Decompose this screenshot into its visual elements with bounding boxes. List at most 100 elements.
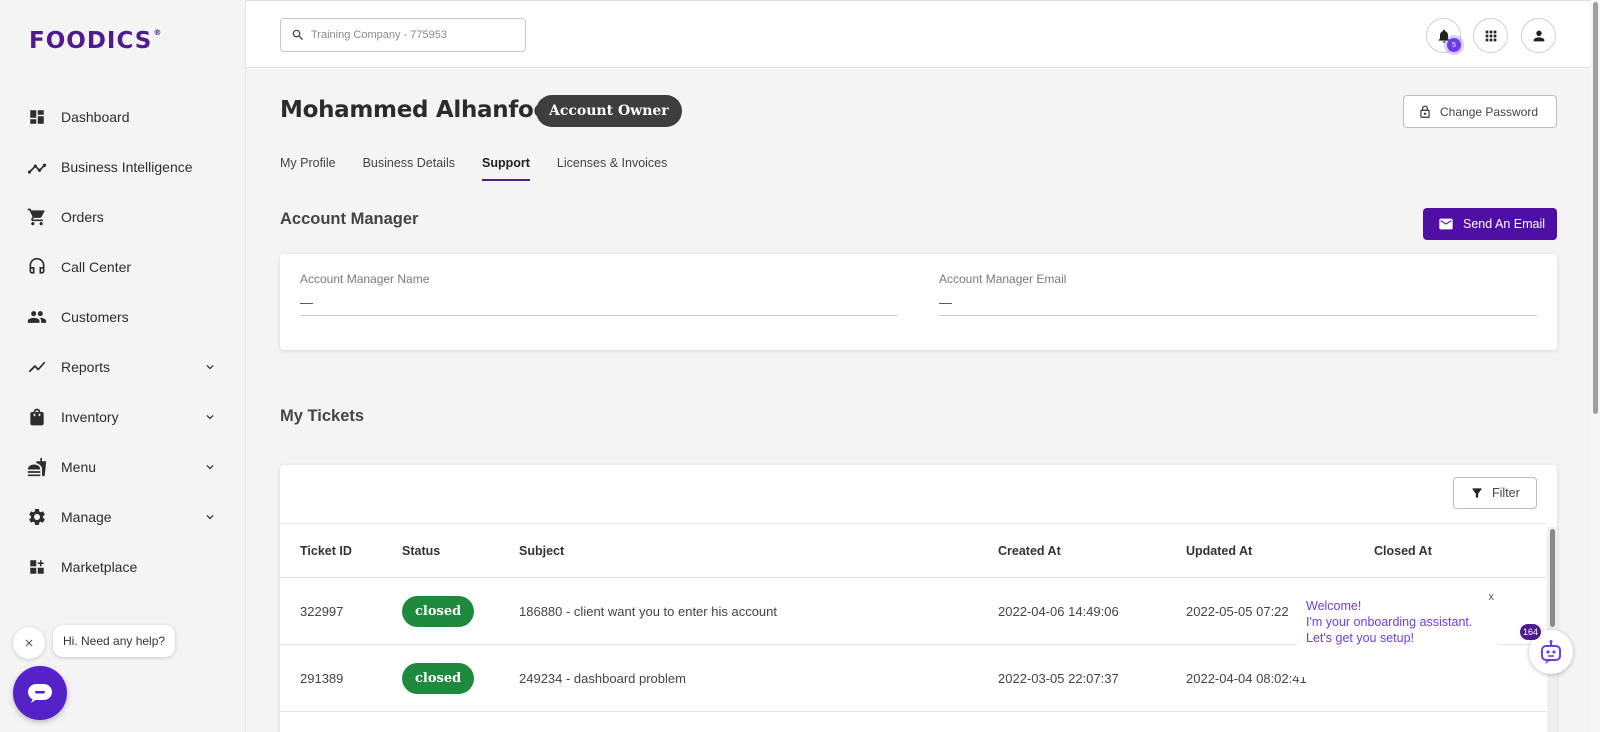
column-header-subject[interactable]: Subject (519, 523, 998, 578)
assistant-setup-text: Let's get you setup! (1306, 631, 1415, 645)
sidebar-item-label: Inventory (61, 409, 119, 425)
apps-add-icon (27, 557, 47, 577)
search-input[interactable] (311, 29, 511, 41)
mail-icon (1439, 218, 1453, 230)
analytics-icon (27, 157, 47, 177)
field-label: Account Manager Email (939, 272, 1067, 286)
onboarding-assistant-popup[interactable]: x Welcome! I'm your onboarding assistant… (1296, 589, 1498, 677)
help-bubble[interactable]: Hi. Need any help? (53, 625, 176, 657)
tab-licenses-invoices[interactable]: Licenses & Invoices (557, 156, 667, 181)
sidebar-item-menu[interactable]: Menu (0, 442, 246, 492)
page-title: Mohammed Alhanfoosh (280, 97, 579, 123)
assistant-intro-text: I'm your onboarding assistant. (1306, 615, 1473, 629)
assistant-welcome-text: Welcome! (1306, 599, 1362, 613)
change-password-button[interactable]: Change Password (1403, 95, 1557, 128)
logo-text: FOODICS (29, 28, 153, 54)
page-scrollbar-thumb[interactable] (1593, 2, 1598, 414)
table-scrollbar-thumb[interactable] (1550, 529, 1555, 627)
sidebar-nav: Dashboard Business Intelligence Orders C… (0, 92, 246, 592)
sidebar-item-label: Menu (61, 459, 97, 475)
column-header-closed-at[interactable]: Closed At (1374, 523, 1547, 578)
sidebar-item-label: Customers (61, 309, 129, 325)
account-manager-name-field: Account Manager Name — (300, 272, 898, 316)
sidebar-item-reports[interactable]: Reports (0, 342, 246, 392)
person-icon (1533, 30, 1544, 41)
table-header-row: Ticket ID Status Subject Created At Upda… (280, 523, 1547, 578)
column-header-ticket-id[interactable]: Ticket ID (280, 523, 402, 578)
tab-support[interactable]: Support (481, 156, 530, 181)
ticket-id-cell: 291389 (280, 644, 402, 712)
gear-icon (27, 507, 47, 527)
tab-business-details[interactable]: Business Details (363, 156, 455, 181)
lock-icon (1420, 105, 1430, 118)
my-tickets-title: My Tickets (280, 407, 365, 425)
field-value: — (300, 295, 898, 316)
user-menu-button[interactable] (1521, 18, 1556, 53)
column-header-status[interactable]: Status (402, 523, 519, 578)
bag-icon (27, 407, 47, 427)
sidebar-item-manage[interactable]: Manage (0, 492, 246, 542)
trending-icon (27, 357, 47, 377)
tab-my-profile[interactable]: My Profile (280, 156, 336, 181)
chevron-down-icon (200, 510, 220, 524)
notification-count-badge: 5 (1447, 38, 1461, 52)
sidebar-item-marketplace[interactable]: Marketplace (0, 542, 246, 592)
assistant-badge: 164 (1520, 624, 1541, 640)
search-icon (292, 29, 303, 40)
created-at-cell: 2022-04-06 14:49:06 (998, 577, 1186, 645)
page-scrollbar[interactable] (1590, 0, 1600, 732)
sidebar-item-inventory[interactable]: Inventory (0, 392, 246, 442)
cart-icon (27, 207, 47, 227)
food-icon (27, 457, 47, 477)
apps-button[interactable] (1473, 18, 1508, 53)
change-password-label: Change Password (1440, 104, 1539, 119)
status-cell: closed (402, 644, 519, 712)
role-badge: Account Owner (536, 95, 682, 127)
sidebar-item-label: Manage (61, 509, 112, 525)
sidebar-item-call-center[interactable]: Call Center (0, 242, 246, 292)
sidebar-item-customers[interactable]: Customers (0, 292, 246, 342)
search-field[interactable] (280, 18, 526, 52)
column-header-updated-at[interactable]: Updated At (1186, 523, 1374, 578)
chevron-down-icon (200, 460, 220, 474)
robot-icon (1541, 640, 1561, 664)
field-value: — (939, 295, 1537, 316)
close-icon (25, 639, 33, 647)
chat-icon (28, 684, 52, 703)
subject-cell: 186880 - client want you to enter his ac… (519, 577, 998, 645)
sidebar-item-label: Dashboard (61, 109, 130, 125)
help-close-button[interactable] (13, 627, 45, 659)
ticket-id-cell: 322997 (280, 577, 402, 645)
assistant-close-button[interactable]: x (1489, 589, 1495, 605)
sidebar: FOODICS® Dashboard Business Intelligence… (0, 0, 246, 732)
trademark-mark: ® (153, 28, 163, 37)
sidebar-item-label: Call Center (61, 259, 132, 275)
profile-tabs: My Profile Business Details Support Lice… (280, 156, 694, 181)
filter-button[interactable]: Filter (1453, 477, 1537, 509)
sidebar-item-orders[interactable]: Orders (0, 192, 246, 242)
foodics-logo[interactable]: FOODICS® (29, 28, 162, 54)
status-badge: closed (402, 662, 475, 694)
people-icon (27, 307, 47, 327)
account-manager-card: Account Manager Name — Account Manager E… (280, 254, 1557, 350)
notifications-button[interactable]: 5 (1426, 18, 1461, 53)
filter-label: Filter (1492, 486, 1520, 500)
top-bar: 5 (246, 0, 1600, 68)
filter-icon (1472, 488, 1482, 498)
headset-icon (27, 257, 47, 277)
chevron-down-icon (200, 410, 220, 424)
field-label: Account Manager Name (300, 272, 430, 286)
sidebar-item-label: Business Intelligence (61, 159, 193, 175)
status-badge: closed (402, 595, 475, 627)
chat-launcher-button[interactable] (13, 666, 67, 720)
subject-cell: 249234 - dashboard problem (519, 644, 998, 712)
send-email-button[interactable]: Send An Email (1423, 208, 1557, 240)
created-at-cell: 2022-03-05 22:07:37 (998, 644, 1186, 712)
help-bubble-text: Hi. Need any help? (63, 634, 166, 648)
sidebar-item-dashboard[interactable]: Dashboard (0, 92, 246, 142)
sidebar-item-label: Orders (61, 209, 104, 225)
sidebar-item-business-intelligence[interactable]: Business Intelligence (0, 142, 246, 192)
column-header-created-at[interactable]: Created At (998, 523, 1186, 578)
chevron-down-icon (200, 360, 220, 374)
account-manager-title: Account Manager (280, 210, 419, 228)
